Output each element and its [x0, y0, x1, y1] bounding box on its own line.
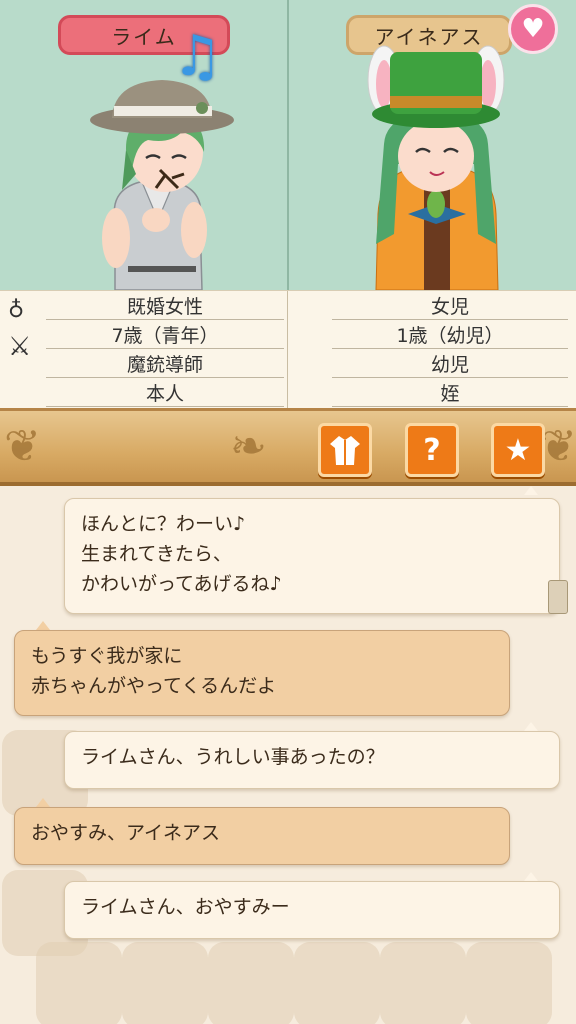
bg-tile-3 [208, 942, 294, 1024]
bubble-tail [36, 798, 50, 807]
left-relation: 本人 [46, 379, 284, 407]
message-line: ライムさん、うれしい事あったの？ [81, 746, 385, 768]
chat-bubble-right: ライムさん、おやすみー [64, 881, 560, 939]
left-character-avatar[interactable] [70, 70, 240, 290]
message-line: もうすぐ我が家に [31, 645, 183, 667]
bg-tile-4 [294, 942, 380, 1024]
bubble-tail [36, 621, 50, 630]
info-divider [287, 291, 288, 409]
message-line: かわいがってあげるね♪ [81, 573, 282, 595]
bubble-tail [524, 872, 538, 881]
left-job: 魔銃導師 [46, 350, 284, 378]
bubble-tail [524, 486, 538, 495]
message-line: ほんとに？わーい♪ [81, 513, 246, 535]
right-character-avatar[interactable] [356, 44, 516, 290]
message-line: 生まれてきたら、 [81, 543, 232, 565]
coat-icon [330, 436, 360, 465]
right-job: 幼児 [332, 350, 568, 378]
bg-tile-2 [122, 942, 208, 1024]
right-relation: 姪 [332, 379, 568, 407]
crossed-swords-icon: ⚔ [8, 332, 32, 362]
ornament-left-icon: ❦ [4, 421, 41, 472]
action-toolbar: ❦ ❧ ❦ ? ★ [0, 408, 576, 486]
panel-divider [287, 0, 289, 290]
star-icon: ★ [504, 432, 532, 468]
chat-bubble-left: もうすぐ我が家に 赤ちゃんがやってくるんだよ [14, 630, 510, 716]
outfit-button[interactable] [318, 423, 372, 477]
ornament-right-icon: ❦ [540, 421, 576, 472]
bg-settings-tile [36, 942, 122, 1024]
chat-bubble-right: ライムさん、うれしい事あったの？ [64, 731, 560, 789]
left-age: 7歳（青年） [46, 321, 284, 349]
question-icon: ? [423, 432, 441, 468]
favorite-button[interactable]: ★ [491, 423, 545, 477]
right-gender-status: 女児 [332, 292, 568, 320]
left-gender-status: 既婚女性 [46, 292, 284, 320]
ornament-middle-icon: ❧ [230, 421, 267, 472]
bubble-tail [524, 722, 538, 731]
message-line: 赤ちゃんがやってくるんだよ [31, 675, 277, 697]
message-line: ライムさん、おやすみー [81, 896, 290, 918]
help-button[interactable]: ? [405, 423, 459, 477]
chat-log[interactable]: ほんとに？わーい♪ 生まれてきたら、 かわいがってあげるね♪ もうすぐ我が家に … [0, 486, 576, 1024]
bg-tile-6 [466, 942, 552, 1024]
bookmark-tag-icon[interactable] [548, 580, 568, 614]
character-info-table: 既婚女性 7歳（青年） 魔銃導師 本人 女児 1歳（幼児） 幼児 姪 [0, 290, 576, 409]
chat-bubble-left: おやすみ、アイネアス [14, 807, 510, 865]
character-panels: ライム ♫ アイネアス ♥ [0, 0, 576, 290]
ring-icon: ♁ [8, 298, 25, 323]
right-age: 1歳（幼児） [332, 321, 568, 349]
bg-tile-5 [380, 942, 466, 1024]
message-line: おやすみ、アイネアス [31, 822, 221, 844]
chat-bubble-right: ほんとに？わーい♪ 生まれてきたら、 かわいがってあげるね♪ [64, 498, 560, 614]
